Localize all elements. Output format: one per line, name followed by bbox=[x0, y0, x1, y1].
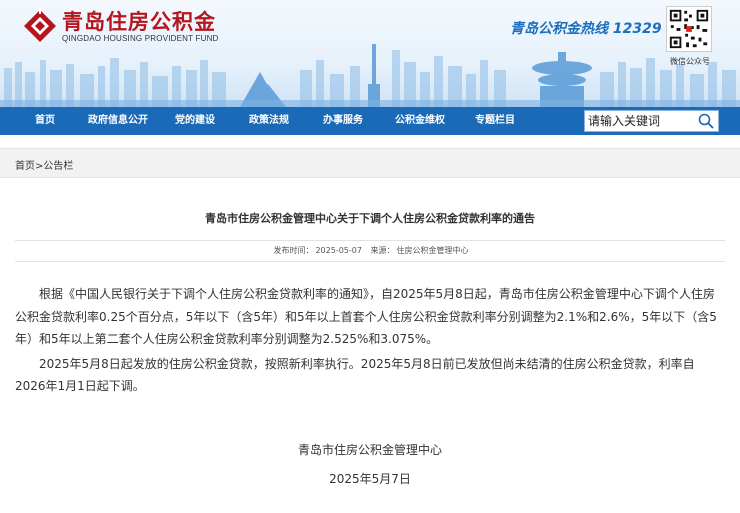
search-box bbox=[584, 110, 719, 132]
nav-item-rights[interactable]: 公积金维权 bbox=[384, 107, 456, 135]
publish-label: 发布时间： bbox=[273, 246, 314, 255]
nav-item-gov-info[interactable]: 政府信息公开 bbox=[78, 107, 158, 135]
publish-date: 2025-05-07 bbox=[315, 246, 362, 255]
nav-item-party-building[interactable]: 党的建设 bbox=[164, 107, 226, 135]
article-meta: 发布时间： 2025-05-07 来源： 住房公积金管理中心 bbox=[15, 240, 725, 262]
source-label: 来源： bbox=[370, 246, 395, 255]
nav-item-topics[interactable]: 专题栏目 bbox=[464, 107, 526, 135]
breadcrumb-current-link[interactable]: 公告栏 bbox=[43, 161, 73, 172]
logo-title: 青岛住房公积金 bbox=[62, 9, 216, 34]
hotline-text: 青岛公积金热线 12329 bbox=[510, 21, 662, 37]
signature-organization: 青岛市住房公积金管理中心 bbox=[297, 443, 442, 457]
qr-code-label: 微信公众号 bbox=[670, 57, 710, 66]
search-input[interactable] bbox=[585, 111, 695, 131]
breadcrumb-home-link[interactable]: 首页 bbox=[15, 161, 35, 172]
breadcrumb: 首页>公告栏 bbox=[0, 148, 740, 178]
source-value: 住房公积金管理中心 bbox=[396, 246, 469, 255]
logo-subtitle: QINGDAO HOUSING PROVIDENT FUND bbox=[62, 33, 219, 43]
site-logo[interactable]: 青岛住房公积金 QINGDAO HOUSING PROVIDENT FUND bbox=[22, 8, 219, 44]
signature-date: 2025年5月7日 bbox=[329, 472, 411, 486]
nav-item-home[interactable]: 首页 bbox=[20, 107, 70, 135]
article-paragraph: 根据《中国人民银行关于下调个人住房公积金贷款利率的通知》，自2025年5月8日起… bbox=[15, 287, 717, 346]
header-banner: 青岛住房公积金 QINGDAO HOUSING PROVIDENT FUND 青… bbox=[0, 0, 740, 107]
article-paragraph: 2025年5月8日起发放的住房公积金贷款，按照新利率执行。2025年5月8日前已… bbox=[15, 356, 695, 394]
article-body: 根据《中国人民银行关于下调个人住房公积金贷款利率的通知》，自2025年5月8日起… bbox=[15, 283, 725, 400]
qr-code-icon bbox=[666, 6, 712, 52]
search-icon[interactable] bbox=[697, 112, 715, 130]
nav-item-policies[interactable]: 政策法规 bbox=[238, 107, 300, 135]
main-nav: 首页 政府信息公开 党的建设 政策法规 办事服务 公积金维权 专题栏目 bbox=[0, 107, 740, 135]
article-title: 青岛市住房公积金管理中心关于下调个人住房公积金贷款利率的通告 bbox=[205, 212, 535, 225]
logo-emblem-icon bbox=[24, 8, 56, 42]
nav-item-services[interactable]: 办事服务 bbox=[312, 107, 374, 135]
